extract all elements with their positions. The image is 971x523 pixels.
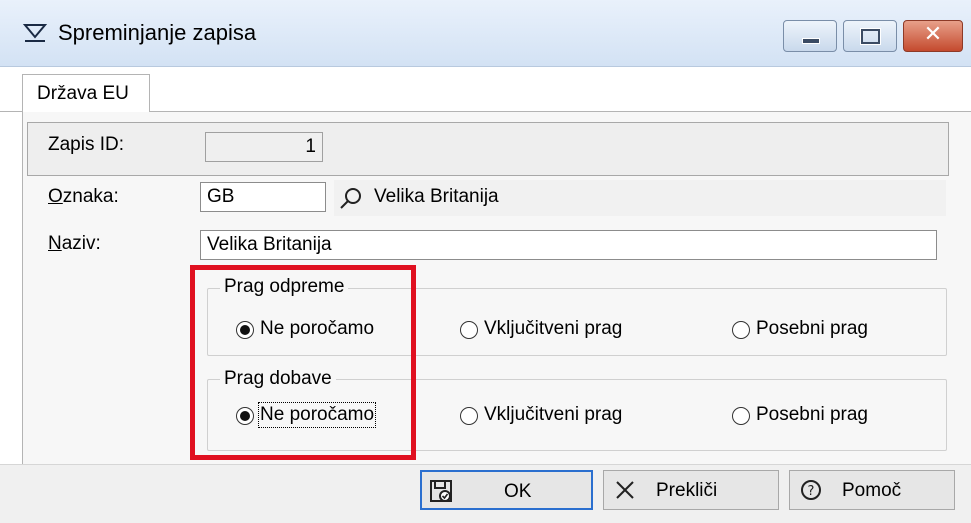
oznaka-label: Oznaka: bbox=[48, 186, 119, 208]
tab-drzava-eu[interactable]: Država EU bbox=[22, 74, 150, 113]
cancel-x-icon bbox=[616, 481, 634, 499]
naziv-input[interactable]: Velika Britanija bbox=[200, 230, 937, 260]
radio-odpreme-vkljucitveni-prag[interactable] bbox=[460, 321, 478, 339]
oznaka-input[interactable]: GB bbox=[200, 182, 326, 212]
naziv-label-accesskey: N bbox=[48, 233, 62, 254]
help-icon: ? bbox=[801, 480, 821, 500]
title-bar[interactable]: Spreminjanje zapisa ✕ bbox=[0, 0, 971, 67]
help-button-label: Pomoč bbox=[842, 480, 902, 501]
oznaka-label-accesskey: O bbox=[48, 186, 63, 207]
radio-odpreme-posebni-prag-label[interactable]: Posebni prag bbox=[756, 318, 868, 340]
close-icon: ✕ bbox=[923, 22, 943, 47]
radio-odpreme-vkljucitveni-prag-label[interactable]: Vključitveni prag bbox=[484, 318, 622, 340]
save-icon bbox=[430, 480, 452, 502]
naziv-label: Naziv: bbox=[48, 233, 101, 255]
radio-dobave-vkljucitveni-prag-label[interactable]: Vključitveni prag bbox=[484, 404, 622, 426]
close-button[interactable]: ✕ bbox=[903, 20, 963, 52]
ok-button[interactable]: OK bbox=[420, 470, 593, 510]
minimize-button[interactable] bbox=[783, 20, 837, 52]
highlight-box bbox=[190, 265, 416, 460]
zapis-id-field: 1 bbox=[205, 132, 323, 162]
oznaka-lookup-text: Velika Britanija bbox=[374, 186, 499, 207]
filter-icon bbox=[22, 24, 48, 42]
naziv-label-rest: aziv: bbox=[61, 233, 101, 254]
maximize-button[interactable] bbox=[843, 20, 897, 52]
zapis-id-label: Zapis ID: bbox=[48, 134, 125, 155]
window-title: Spreminjanje zapisa bbox=[58, 20, 257, 45]
cancel-button-label: Prekliči bbox=[656, 480, 718, 501]
ok-button-label: OK bbox=[504, 481, 532, 502]
tab-label: Država EU bbox=[37, 83, 129, 104]
svg-text:?: ? bbox=[808, 484, 815, 499]
cancel-button[interactable]: Prekliči bbox=[603, 470, 779, 510]
radio-dobave-posebni-prag-label[interactable]: Posebni prag bbox=[756, 404, 868, 426]
search-icon[interactable] bbox=[338, 186, 364, 212]
radio-dobave-posebni-prag[interactable] bbox=[732, 407, 750, 425]
oznaka-label-rest: znaka: bbox=[62, 186, 119, 207]
minimize-icon bbox=[802, 38, 820, 44]
help-button[interactable]: ? Pomoč bbox=[789, 470, 955, 510]
radio-dobave-vkljucitveni-prag[interactable] bbox=[460, 407, 478, 425]
maximize-icon bbox=[860, 28, 881, 45]
record-id-row bbox=[27, 122, 949, 176]
radio-odpreme-posebni-prag[interactable] bbox=[732, 321, 750, 339]
